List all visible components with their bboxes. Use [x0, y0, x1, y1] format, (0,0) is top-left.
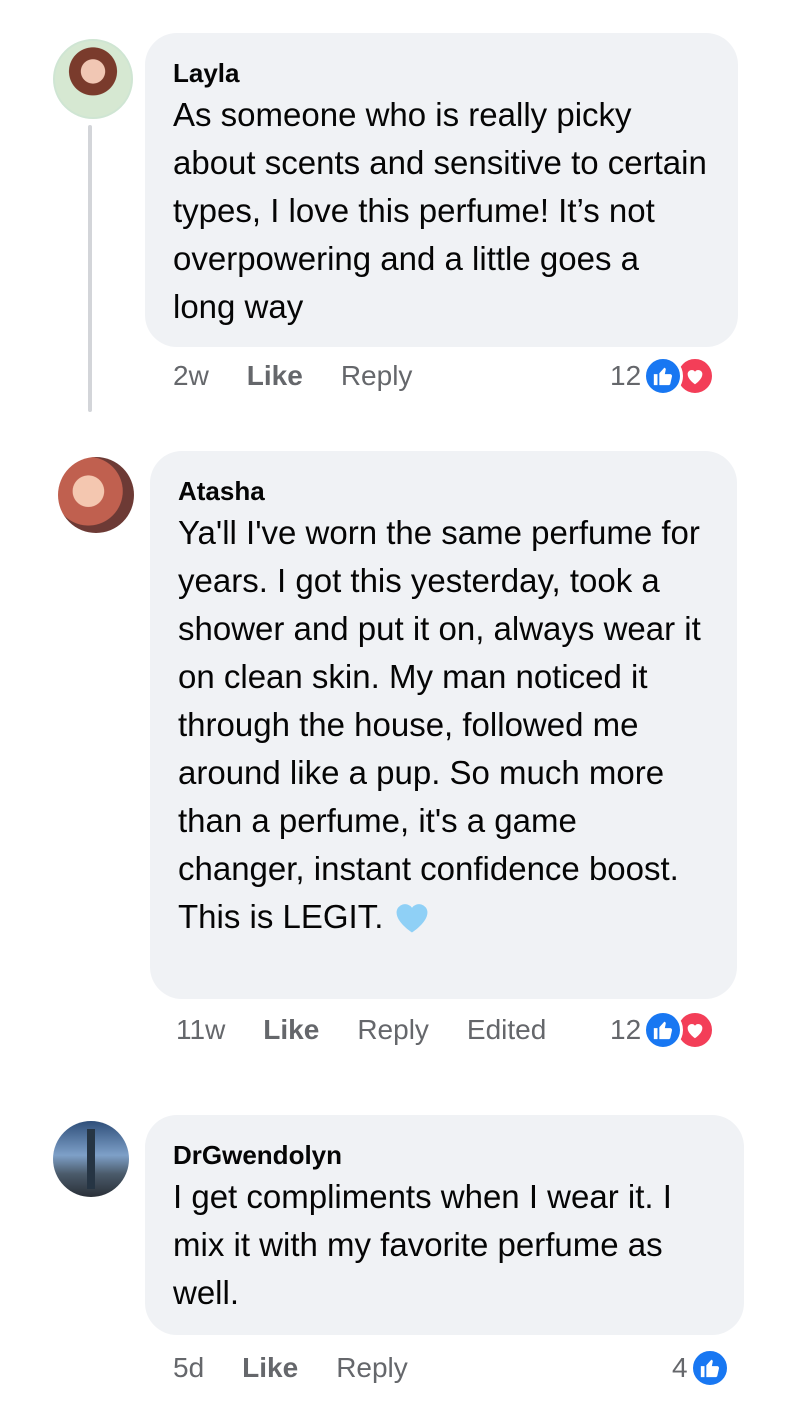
comment-actions: 2w Like Reply: [173, 360, 450, 392]
comment-bubble: Atasha Ya'll I've worn the same perfume …: [150, 451, 737, 999]
like-icon: [689, 1348, 730, 1388]
tower-silhouette: [87, 1129, 95, 1189]
reply-button[interactable]: Reply: [341, 360, 413, 392]
comment-text: Ya'll I've worn the same perfume for yea…: [178, 514, 701, 935]
reaction-summary[interactable]: 12: [610, 356, 716, 396]
reply-button[interactable]: Reply: [357, 1014, 429, 1046]
avatar[interactable]: [53, 1121, 129, 1197]
reply-button[interactable]: Reply: [336, 1352, 408, 1384]
light-blue-heart-icon: [393, 899, 431, 947]
like-icon: [643, 1010, 684, 1050]
comment-actions: 5d Like Reply: [173, 1352, 446, 1384]
comment-time[interactable]: 2w: [173, 360, 209, 392]
comment-actions: 11w Like Reply Edited: [176, 1014, 584, 1046]
reaction-count: 12: [610, 1014, 642, 1045]
avatar[interactable]: [53, 39, 133, 119]
comment-author[interactable]: Layla: [173, 57, 710, 89]
comment-text: I get compliments when I wear it. I mix …: [173, 1178, 672, 1311]
reaction-summary[interactable]: 12: [610, 1010, 716, 1050]
reaction-count: 12: [610, 360, 642, 391]
comment-bubble: DrGwendolyn I get compliments when I wea…: [145, 1115, 744, 1335]
like-button[interactable]: Like: [247, 360, 303, 392]
comment-time[interactable]: 5d: [173, 1352, 204, 1384]
reaction-summary[interactable]: 4: [672, 1348, 730, 1388]
like-button[interactable]: Like: [242, 1352, 298, 1384]
comment-text: As someone who is really picky about sce…: [173, 96, 707, 325]
comment-text-wrapper: Ya'll I've worn the same perfume for yea…: [178, 509, 709, 947]
like-icon: [643, 356, 684, 396]
thread-line: [88, 125, 92, 412]
edited-label: Edited: [466, 1014, 547, 1045]
reaction-count: 4: [672, 1352, 688, 1383]
avatar[interactable]: [58, 457, 134, 533]
comment-time[interactable]: 11w: [176, 1014, 225, 1046]
comment-author[interactable]: DrGwendolyn: [173, 1139, 716, 1171]
comment-bubble: Layla As someone who is really picky abo…: [145, 33, 738, 347]
comment-author[interactable]: Atasha: [178, 475, 709, 507]
like-button[interactable]: Like: [263, 1014, 319, 1046]
